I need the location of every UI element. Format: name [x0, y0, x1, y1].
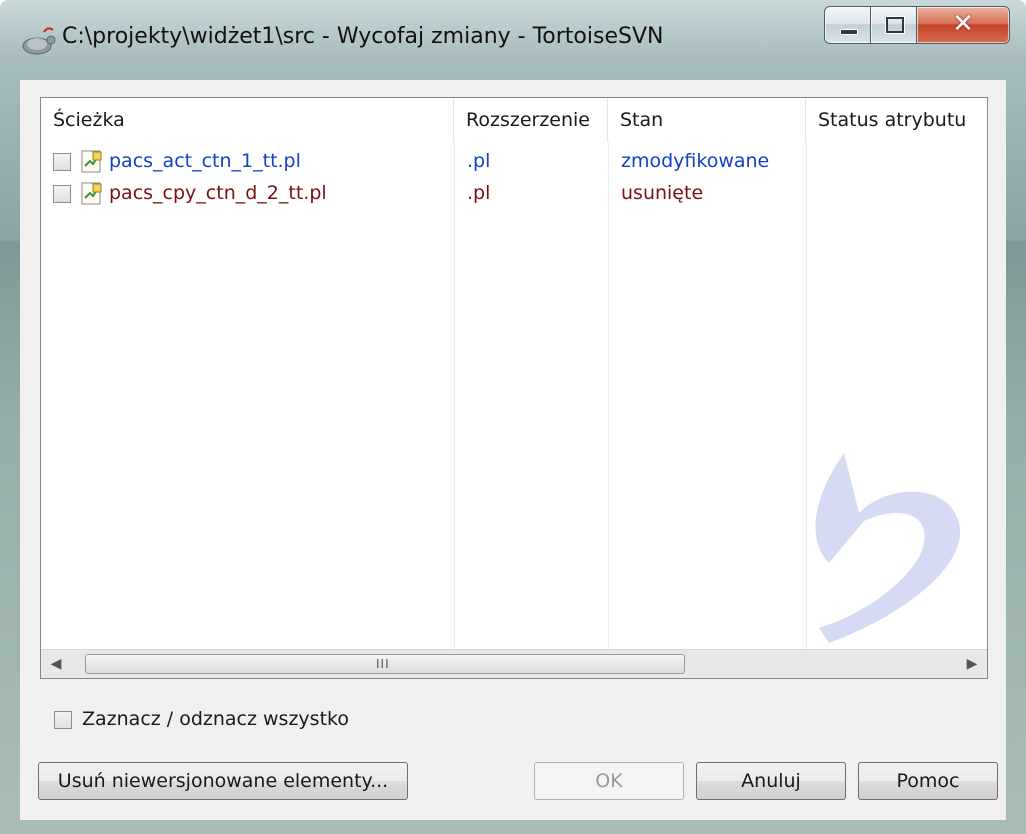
minimize-button[interactable]	[824, 6, 872, 44]
column-header-attribute-status[interactable]: Status atrybutu	[806, 98, 987, 142]
ok-button[interactable]: OK	[534, 762, 684, 800]
horizontal-scrollbar[interactable]: ◀ III ▶	[41, 649, 987, 678]
maximize-icon	[885, 16, 905, 34]
maximize-button[interactable]	[870, 6, 918, 44]
remove-unversioned-button[interactable]: Usuń niewersjonowane elementy...	[38, 762, 408, 800]
row-checkbox[interactable]	[53, 153, 71, 171]
column-header-status[interactable]: Stan	[608, 98, 806, 142]
column-header-path[interactable]: Ścieżka	[41, 98, 454, 142]
tortoisesvn-icon	[22, 27, 56, 55]
modified-file-icon	[81, 182, 102, 205]
table-row[interactable]: pacs_cpy_ctn_d_2_tt.pl .pl usunięte	[41, 178, 987, 210]
close-icon: ✕	[952, 9, 974, 39]
minimize-icon	[840, 29, 858, 35]
scrollbar-thumb[interactable]: III	[85, 654, 685, 674]
row-checkbox[interactable]	[53, 185, 71, 203]
column-divider	[608, 142, 609, 650]
revert-dialog-window: C:\projekty\widżet1\src - Wycofaj zmiany…	[0, 0, 1026, 834]
list-header: Ścieżka Rozszerzenie Stan Status atrybut…	[41, 98, 987, 142]
dialog-client-area: Ścieżka Rozszerzenie Stan Status atrybut…	[20, 80, 1006, 820]
column-header-extension[interactable]: Rozszerzenie	[454, 98, 608, 142]
cancel-button[interactable]: Anuluj	[696, 762, 846, 800]
row-extension: .pl	[467, 182, 491, 204]
modified-file-icon	[81, 150, 102, 173]
row-path: pacs_cpy_ctn_d_2_tt.pl	[109, 182, 327, 204]
window-title: C:\projekty\widżet1\src - Wycofaj zmiany…	[62, 24, 664, 49]
select-all-label: Zaznacz / odznacz wszystko	[82, 708, 349, 730]
close-button[interactable]: ✕	[916, 6, 1010, 44]
revert-arrow-watermark-icon	[815, 453, 961, 643]
scroll-right-icon[interactable]: ▶	[957, 650, 987, 678]
row-extension: .pl	[467, 150, 491, 172]
table-row[interactable]: pacs_act_ctn_1_tt.pl .pl zmodyfikowane	[41, 146, 987, 178]
row-path: pacs_act_ctn_1_tt.pl	[109, 150, 301, 172]
help-button[interactable]: Pomoc	[858, 762, 998, 800]
row-status: usunięte	[621, 182, 704, 204]
file-list[interactable]: Ścieżka Rozszerzenie Stan Status atrybut…	[40, 97, 988, 679]
scroll-left-icon[interactable]: ◀	[41, 650, 71, 678]
column-divider	[454, 142, 455, 650]
scrollbar-grip: III	[376, 657, 390, 671]
title-bar[interactable]: C:\projekty\widżet1\src - Wycofaj zmiany…	[0, 0, 1026, 80]
select-all-checkbox-box[interactable]	[54, 711, 72, 729]
row-status: zmodyfikowane	[621, 150, 770, 172]
